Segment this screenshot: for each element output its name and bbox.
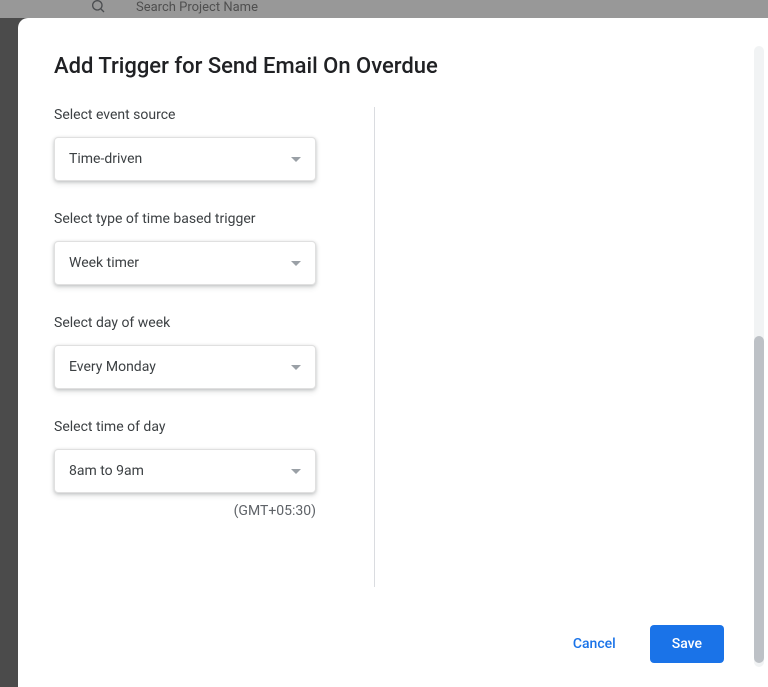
chevron-down-icon [291,157,301,162]
trigger-dialog: Add Trigger for Send Email On Overdue Se… [18,18,768,687]
field-label: Select type of time based trigger [54,211,352,227]
cancel-button[interactable]: Cancel [551,625,638,663]
event-source-dropdown[interactable]: Time-driven [54,137,316,181]
dropdown-value: Every Monday [69,359,156,375]
field-day-of-week: Select day of week Every Monday [54,315,352,389]
timezone-note: (GMT+05:30) [54,503,316,519]
dropdown-value: 8am to 9am [69,463,144,479]
time-of-day-dropdown[interactable]: 8am to 9am [54,449,316,493]
vertical-divider [374,107,375,587]
field-time-of-day: Select time of day 8am to 9am (GMT+05:30… [54,419,352,519]
scrollbar-thumb[interactable] [754,336,764,663]
form-column: Select event source Time-driven Select t… [54,107,374,663]
chevron-down-icon [291,469,301,474]
field-label: Select time of day [54,419,352,435]
day-of-week-dropdown[interactable]: Every Monday [54,345,316,389]
field-label: Select event source [54,107,352,123]
chevron-down-icon [291,365,301,370]
dropdown-value: Week timer [69,255,139,271]
chevron-down-icon [291,261,301,266]
field-trigger-type: Select type of time based trigger Week t… [54,211,352,285]
save-button[interactable]: Save [650,625,724,663]
dropdown-value: Time-driven [69,151,142,167]
field-label: Select day of week [54,315,352,331]
trigger-type-dropdown[interactable]: Week timer [54,241,316,285]
dialog-title: Add Trigger for Send Email On Overdue [54,54,732,79]
scrollbar-track[interactable] [754,46,764,667]
dialog-footer: Cancel Save [551,625,724,663]
field-event-source: Select event source Time-driven [54,107,352,181]
